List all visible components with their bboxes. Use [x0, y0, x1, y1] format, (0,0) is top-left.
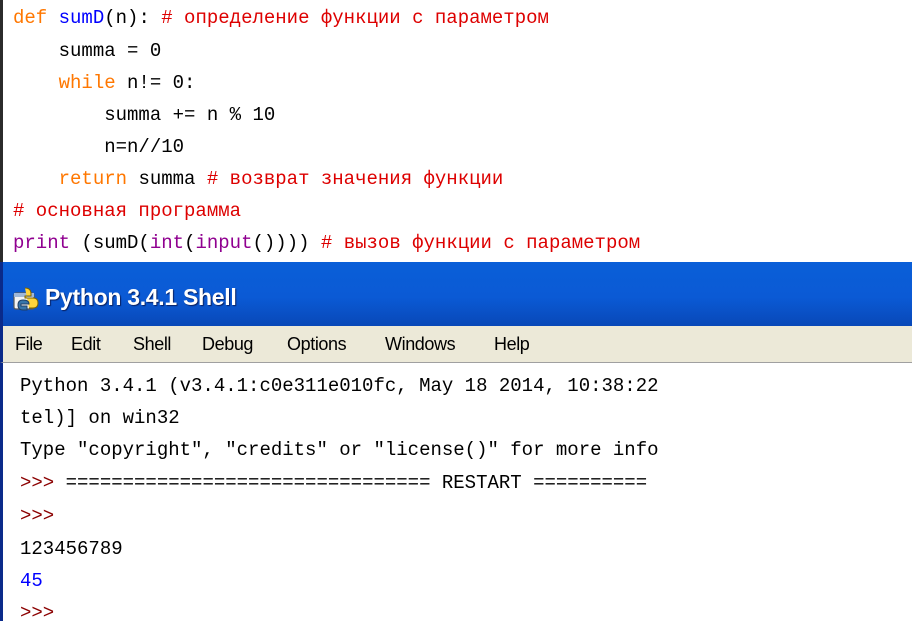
builtin-int: int: [149, 232, 185, 254]
keyword-def: def: [13, 7, 48, 29]
banner-line: Type "copyright", "credits" or "license(…: [20, 439, 659, 461]
banner-line: Python 3.4.1 (v3.4.1:c0e311e010fc, May 1…: [20, 375, 659, 397]
menu-debug[interactable]: Debug: [202, 334, 253, 355]
code-line-8: print (sumD(int(input()))) # вызов функц…: [13, 232, 640, 254]
code-text: ()))): [252, 232, 310, 254]
code-text: n=n//10: [104, 136, 185, 158]
code-text: summa += n % 10: [104, 104, 276, 126]
menu-bar: File Edit Shell Debug Options Windows He…: [0, 326, 912, 362]
code-line-4: summa += n % 10: [13, 104, 275, 126]
comment-return: # возврат значения функции: [206, 168, 504, 190]
builtin-input: input: [195, 232, 253, 254]
code-line-6: return summa # возврат значения функции: [13, 168, 504, 190]
code-text: summa: [138, 168, 196, 190]
shell-prompt: >>>: [20, 472, 55, 494]
keyword-return: return: [58, 168, 128, 190]
menu-edit[interactable]: Edit: [71, 334, 101, 355]
code-text: (sumD(: [81, 232, 150, 254]
menu-help[interactable]: Help: [494, 334, 530, 355]
restart-text: ================================ RESTART…: [54, 472, 648, 494]
menu-file[interactable]: File: [15, 334, 43, 355]
menu-windows[interactable]: Windows: [385, 334, 456, 355]
builtin-print: print: [13, 232, 71, 254]
code-line-1: def sumD(n): # определение функции с пар…: [13, 7, 549, 29]
comment-definition: # определение функции с параметром: [161, 7, 549, 29]
code-line-5: n=n//10: [13, 136, 184, 158]
window-title: Python 3.4.1 Shell: [45, 284, 237, 310]
code-line-2: summa = 0: [13, 40, 162, 62]
comment-call: # вызов функции с параметром: [320, 232, 641, 254]
python-shell-window: Python 3.4.1 Shell File Edit Shell Debug…: [0, 262, 912, 624]
python-idle-icon: [13, 287, 39, 311]
menu-shell[interactable]: Shell: [133, 334, 171, 355]
restart-line: >>> ================================ RES…: [20, 472, 647, 494]
shell-prompt: >>>: [20, 505, 55, 527]
function-params: (n):: [104, 7, 150, 29]
result-output: 45: [20, 570, 43, 592]
keyword-while: while: [58, 72, 116, 94]
code-text: summa = 0: [58, 40, 162, 62]
code-text: (: [184, 232, 196, 254]
code-editor[interactable]: def sumD(n): # определение функции с пар…: [0, 0, 912, 262]
shell-output-area[interactable]: Python 3.4.1 (v3.4.1:c0e311e010fc, May 1…: [0, 362, 912, 624]
menu-options[interactable]: Options: [287, 334, 347, 355]
user-input-text: 123456789: [20, 538, 123, 560]
banner-line: tel)] on win32: [20, 407, 180, 429]
code-line-7: # основная программа: [13, 200, 241, 222]
code-line-3: while n!= 0:: [13, 72, 196, 94]
title-bar[interactable]: Python 3.4.1 Shell: [0, 262, 912, 326]
function-name: sumD: [58, 7, 105, 29]
code-text: n!= 0:: [127, 72, 196, 94]
comment-main-program: # основная программа: [13, 200, 242, 222]
